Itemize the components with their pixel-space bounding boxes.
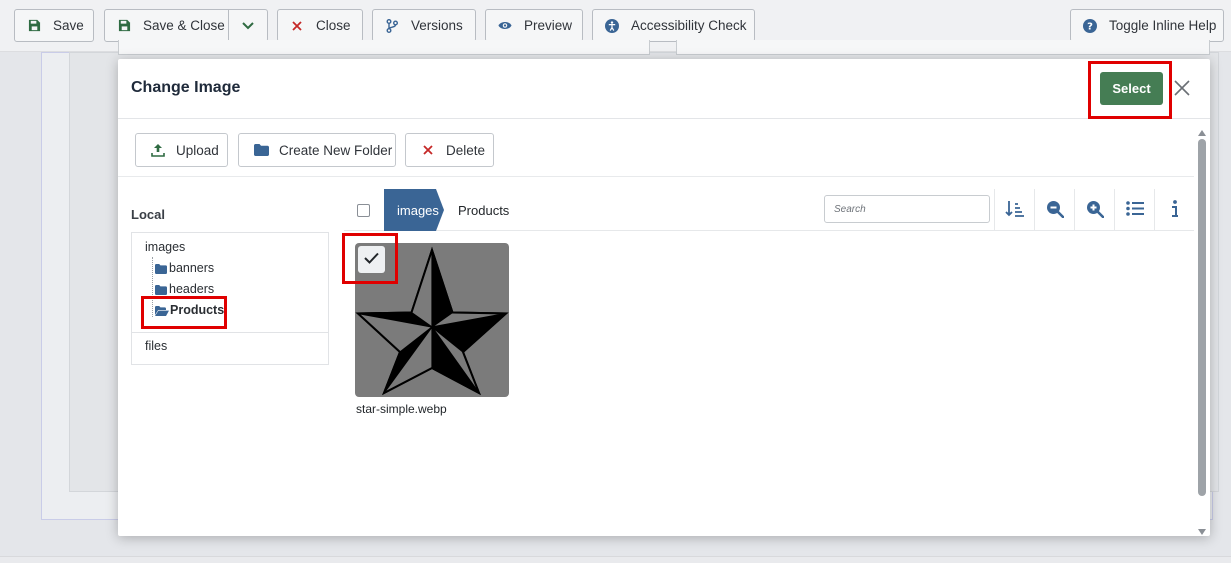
list-view-button[interactable] [1114,189,1154,231]
svg-text:?: ? [1087,21,1093,32]
upload-button[interactable]: Upload [135,133,228,167]
editor-field [118,40,650,55]
folder-icon [253,142,269,158]
upload-icon [150,142,166,158]
sort-button[interactable] [994,189,1034,231]
scroll-down-icon[interactable] [1197,524,1207,535]
delete-button[interactable]: Delete [405,133,494,167]
zoom-in-button[interactable] [1074,189,1114,231]
select-button[interactable]: Select [1100,72,1163,105]
list-icon [1125,201,1144,219]
tree-node-files[interactable]: files [145,339,167,353]
save-close-label: Save & Close [143,18,225,33]
preview-label: Preview [524,18,573,33]
help-icon: ? [1083,18,1097,33]
checkbox-highlight [342,233,398,284]
create-new-folder-button[interactable]: Create New Folder [238,133,396,167]
editor-field [676,40,1210,55]
accessibility-check-button[interactable]: Accessibility Check [592,9,755,42]
editor-footer [0,556,1231,563]
image-file-name: star-simple.webp [356,402,447,416]
save-icon [27,19,41,33]
modal-scrollbar[interactable] [1194,119,1210,536]
save-label: Save [53,18,84,33]
info-button[interactable] [1154,189,1194,231]
browser-toolbar: images Products [344,189,1194,231]
modal-title: Change Image [131,79,241,96]
tree-node-label: banners [169,261,215,275]
tree-title: Local [131,207,165,222]
select-all-checkbox[interactable] [357,204,370,217]
close-icon [290,19,304,33]
eye-icon [498,19,512,33]
tree-divider [132,332,328,333]
accessibility-label: Accessibility Check [631,18,747,33]
zoom-in-icon [1086,200,1104,221]
modal-header: Change Image Select [118,59,1210,119]
tree-node-headers[interactable]: headers [155,282,214,296]
scroll-up-icon[interactable] [1197,125,1207,136]
close-button[interactable]: Close [277,9,363,42]
media-actions-bar: Upload Create New Folder Delete [118,119,1194,177]
products-highlight [141,296,227,329]
upload-label: Upload [176,142,219,158]
tree-node-label: headers [169,282,215,296]
save-dropdown-button[interactable] [228,9,268,42]
toggle-inline-help-button[interactable]: ? Toggle Inline Help [1070,9,1224,42]
breadcrumb-products[interactable]: Products [458,189,509,231]
save-close-button[interactable]: Save & Close [104,9,229,42]
search-input[interactable] [824,195,990,223]
accessibility-icon [605,18,619,33]
folder-icon [155,263,168,274]
tree-node-images[interactable]: images [145,240,185,254]
versions-button[interactable]: Versions [372,9,476,42]
zoom-out-button[interactable] [1034,189,1074,231]
tree-node-banners[interactable]: banners [155,261,214,275]
breadcrumb-images[interactable]: images [384,189,444,231]
save-icon [117,19,131,33]
branch-icon [385,18,399,33]
zoom-out-icon [1046,200,1064,221]
preview-button[interactable]: Preview [485,9,583,42]
delete-icon [420,142,436,158]
versions-label: Versions [411,18,463,33]
sort-icon [1004,200,1025,221]
delete-label: Delete [446,142,486,158]
close-label: Close [316,18,351,33]
folder-icon [155,284,168,295]
save-button[interactable]: Save [14,9,94,42]
change-image-modal: Change Image Select Upload Create New Fo… [118,59,1210,536]
modal-close-icon[interactable] [1172,78,1192,98]
info-icon [1171,199,1179,221]
help-label: Toggle Inline Help [1109,18,1217,33]
chevron-down-icon [242,18,254,33]
scrollbar-thumb[interactable] [1198,139,1206,496]
create-new-folder-label: Create New Folder [279,142,393,158]
